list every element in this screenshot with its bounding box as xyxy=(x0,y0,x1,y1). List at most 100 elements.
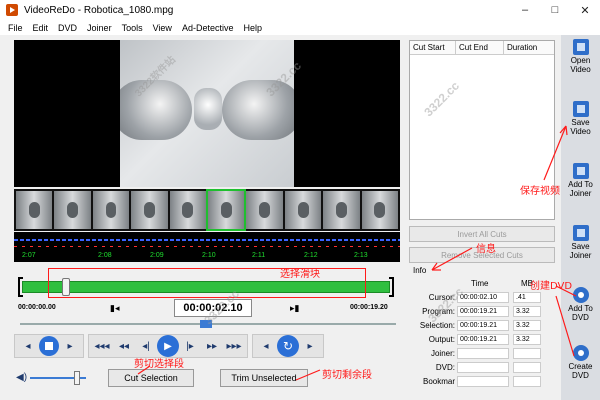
title-bar: VideoReDo - Robotica_1080.mpg – □ ✕ xyxy=(0,0,600,20)
toolbar-label: Add To xyxy=(568,304,593,313)
toolbar-button[interactable]: Add To Joiner xyxy=(561,159,600,215)
tick-label: 2:11 xyxy=(252,252,266,259)
info-time-value xyxy=(457,362,509,373)
start-timecode: 00:00:00.00 xyxy=(18,304,56,311)
right-toolbar: Open Video Save Video Add To Joiner Save Joiner… xyxy=(561,35,600,400)
column-duration[interactable]: Duration xyxy=(504,41,554,54)
info-mb-value xyxy=(513,376,541,387)
toolbar-label: Create xyxy=(568,362,593,371)
tick-label: 2:08 xyxy=(98,252,112,259)
mark-out-button[interactable]: ▸▮ xyxy=(290,303,299,314)
tick-label: 2:13 xyxy=(354,252,368,259)
trim-unselected-button[interactable]: Trim Unselected xyxy=(220,369,308,387)
fast-rewind-button[interactable]: ◂◂◂ xyxy=(91,335,113,357)
annotation-create-dvd: 创建DVD xyxy=(530,281,573,292)
loop-group: ◂ ↻ ▸ xyxy=(252,334,324,358)
toolbar-label: DVD xyxy=(572,371,589,380)
annotation-info: 信息 xyxy=(476,244,496,255)
menu-view[interactable]: View xyxy=(149,23,178,33)
info-mb-value: 3.32 xyxy=(513,306,541,317)
video-preview[interactable] xyxy=(14,40,400,187)
loop-icon[interactable]: ↻ xyxy=(277,335,299,357)
info-time-value: 00:00:19.21 xyxy=(457,320,509,331)
thumbnail[interactable] xyxy=(169,191,207,229)
app-window: VideoReDo - Robotica_1080.mpg – □ ✕ File… xyxy=(0,0,600,400)
info-time-value xyxy=(457,376,509,387)
thumbnail-selected[interactable] xyxy=(206,189,247,231)
minimize-button[interactable]: – xyxy=(510,0,540,20)
cut-selection-button[interactable]: Cut Selection xyxy=(108,369,194,387)
menu-joiner[interactable]: Joiner xyxy=(83,23,118,33)
menu-edit[interactable]: Edit xyxy=(29,23,55,33)
loop-next-button[interactable]: ▸ xyxy=(299,335,321,357)
thumbnail[interactable] xyxy=(284,191,322,229)
column-cut-start[interactable]: Cut Start xyxy=(410,41,456,54)
menu-file[interactable]: File xyxy=(4,23,29,33)
forward-button[interactable]: ▸▸ xyxy=(201,335,223,357)
annotation-cut-selection: 剪切选择段 xyxy=(134,359,184,370)
toolbar-label: DVD xyxy=(572,313,589,322)
info-row: Joiner: xyxy=(409,348,555,360)
play-button[interactable]: ▶ xyxy=(157,335,179,357)
video-frame xyxy=(120,40,294,187)
add-to-dvd-icon xyxy=(572,287,589,303)
tick-label: 2:09 xyxy=(150,252,164,259)
maximize-button[interactable]: □ xyxy=(540,0,570,20)
close-button[interactable]: ✕ xyxy=(570,0,600,20)
transport-controls: ◂ ▸ ◂◂◂ ◂◂ ◂| ▶ |▸ ▸▸ ▸▸▸ ◂ ↻ ▸ xyxy=(14,333,400,359)
robot-center-image xyxy=(194,88,222,130)
annotation-select-block: 选择滑块 xyxy=(280,269,320,280)
info-title: Info xyxy=(413,266,427,275)
prev-frame-button[interactable]: ◂ xyxy=(17,335,39,357)
stop-button[interactable] xyxy=(39,336,59,356)
fast-forward-button[interactable]: ▸▸▸ xyxy=(223,335,245,357)
toolbar-button[interactable]: Open Video xyxy=(561,35,600,91)
tick-label: 2:10 xyxy=(202,252,216,259)
info-time-header: Time xyxy=(471,279,489,288)
loop-prev-button[interactable]: ◂ xyxy=(255,335,277,357)
info-row-label: DVD: xyxy=(435,363,455,372)
toolbar-label: Joiner xyxy=(569,189,592,198)
time-scale[interactable]: 2:07 2:08 2:09 2:10 2:11 2:12 2:13 xyxy=(14,232,400,262)
next-frame-button[interactable]: ▸ xyxy=(59,335,81,357)
menu-tools[interactable]: Tools xyxy=(118,23,149,33)
add-to-joiner-icon xyxy=(572,163,589,179)
thumbnail[interactable] xyxy=(323,191,360,229)
menu-ad-detective[interactable]: Ad-Detective xyxy=(178,23,240,33)
menu-dvd[interactable]: DVD xyxy=(54,23,83,33)
thumbnail[interactable] xyxy=(54,191,91,229)
thumbnail-strip[interactable] xyxy=(14,189,400,231)
annotation-trim-remaining: 剪切剩余段 xyxy=(322,370,372,381)
app-logo-icon xyxy=(6,4,18,16)
toolbar-button[interactable]: Save Joiner xyxy=(561,221,600,277)
stop-group: ◂ ▸ xyxy=(14,334,84,358)
column-cut-end[interactable]: Cut End xyxy=(456,41,504,54)
thumbnail[interactable] xyxy=(246,191,283,229)
info-row-label: Bookmar xyxy=(422,377,455,386)
thumbnail[interactable] xyxy=(16,191,53,229)
save-video-icon xyxy=(572,101,589,117)
info-mb-value xyxy=(513,362,541,373)
rewind-button[interactable]: ◂◂ xyxy=(113,335,135,357)
volume-slider-handle[interactable] xyxy=(74,371,80,385)
toolbar-button[interactable]: Create DVD xyxy=(561,341,600,397)
thumbnail[interactable] xyxy=(361,191,399,229)
info-mb-value xyxy=(513,348,541,359)
menu-help[interactable]: Help xyxy=(239,23,268,33)
thumbnail[interactable] xyxy=(131,191,168,229)
mark-in-button[interactable]: ▮◂ xyxy=(110,303,119,314)
window-title: VideoReDo - Robotica_1080.mpg xyxy=(24,4,174,16)
selection-end-bracket[interactable] xyxy=(389,277,394,297)
save-joiner-icon xyxy=(572,225,589,241)
info-time-value: 00:00:19.21 xyxy=(457,334,509,345)
info-row: Bookmar xyxy=(409,376,555,388)
speaker-icon[interactable]: ◀) xyxy=(16,372,27,383)
open-video-icon xyxy=(572,39,589,55)
tick-label: 2:07 xyxy=(22,252,36,259)
step-forward-button[interactable]: |▸ xyxy=(179,335,201,357)
info-row: DVD: xyxy=(409,362,555,374)
info-row-label: Output: xyxy=(428,335,455,344)
step-back-button[interactable]: ◂| xyxy=(135,335,157,357)
toolbar-button[interactable]: Save Video xyxy=(561,97,600,153)
thumbnail[interactable] xyxy=(92,191,130,229)
